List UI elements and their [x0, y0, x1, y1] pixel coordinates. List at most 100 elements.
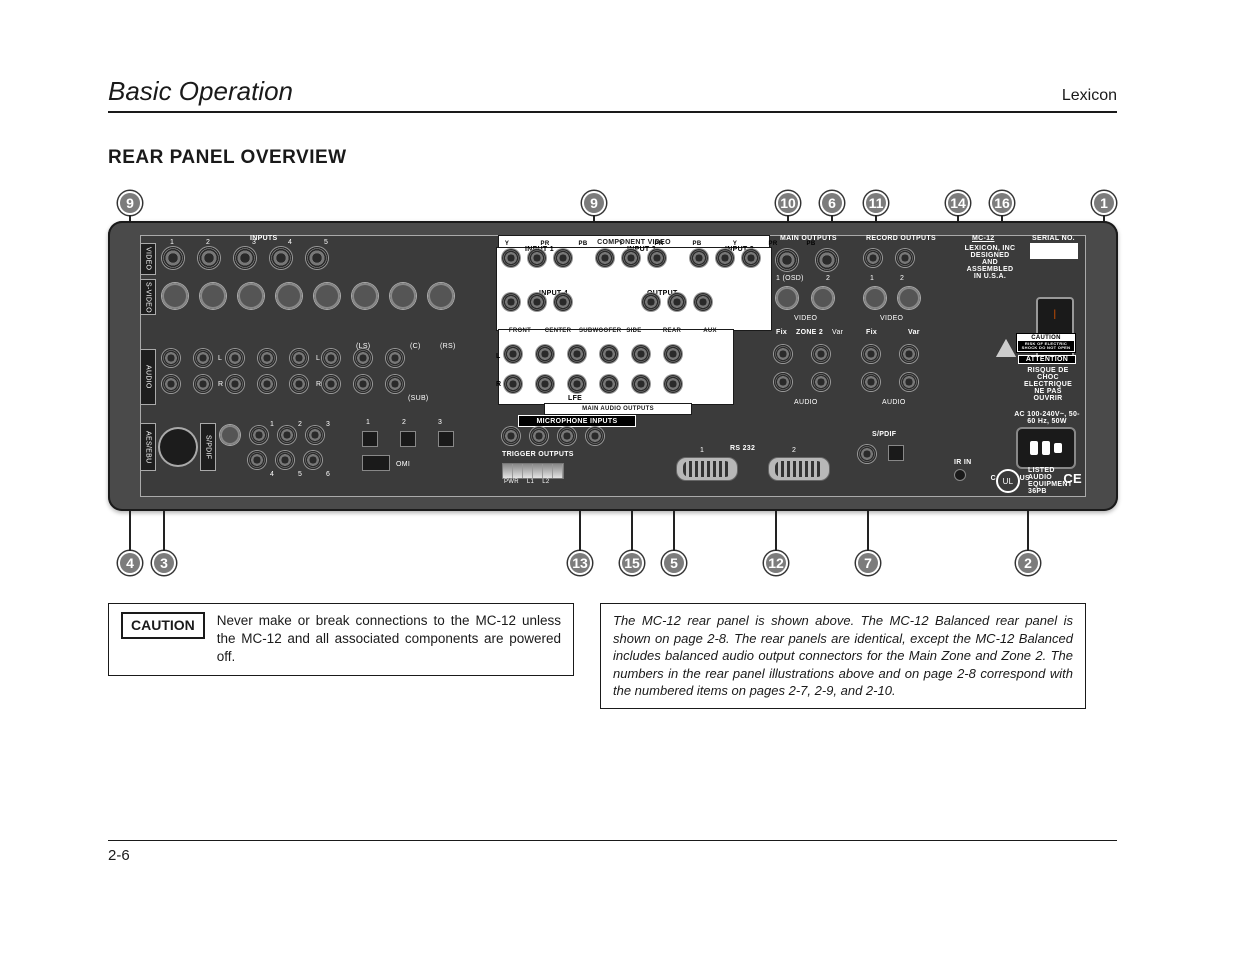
caution-label: CAUTION RISK OF ELECTRIC SHOCK DO NOT OP… — [1016, 333, 1076, 353]
rca-jack — [536, 345, 554, 363]
svideo-jack — [428, 283, 454, 309]
lbl-irin: IR IN — [954, 459, 971, 466]
audio-col-label: AUX — [693, 328, 727, 334]
callout-circle: 4 — [118, 551, 142, 575]
rca-jack — [664, 375, 682, 393]
caution-text: Never make or break connections to the M… — [217, 612, 561, 667]
lbl-l: L — [316, 355, 320, 362]
callout-circle: 9 — [582, 191, 606, 215]
attention-label: ATTENTION — [1018, 355, 1076, 364]
comp-in4 — [502, 293, 572, 311]
rca-jack — [632, 345, 650, 363]
rca-jack — [502, 427, 520, 445]
rca-jack — [742, 249, 760, 267]
lbl-mfr: LEXICON, INC DESIGNED AND ASSEMBLED IN U… — [962, 245, 1018, 280]
ce-mark-icon: CE — [1063, 471, 1082, 486]
lbl-2: 2 — [826, 275, 830, 282]
rca-jack — [194, 349, 212, 367]
audio-in-L — [162, 349, 404, 367]
rca-jack — [258, 375, 276, 393]
svideo-row — [162, 283, 454, 309]
rca-jack — [896, 249, 914, 267]
rca-jack — [290, 349, 308, 367]
callout-circle: 14 — [946, 191, 970, 215]
rca-jack — [306, 247, 328, 269]
rs232-port-1 — [676, 457, 738, 481]
rca-jack — [716, 249, 734, 267]
rca-jack — [322, 349, 340, 367]
rca-jack — [812, 373, 830, 391]
rca-jack — [900, 345, 918, 363]
leader-line — [673, 511, 675, 551]
rca-jack — [862, 373, 880, 391]
rca-jack — [226, 375, 244, 393]
lbl-omi: OMI — [396, 461, 410, 468]
rec-out-svideo — [864, 287, 920, 309]
section-title: REAR PANEL OVERVIEW — [108, 147, 1117, 169]
audio-col-label: REAR — [655, 328, 689, 334]
rec-out-video — [864, 249, 914, 267]
leader-line — [579, 511, 581, 551]
rca-jack — [776, 249, 798, 271]
optical-jack — [400, 431, 416, 447]
attention-sub: RISQUE DE CHOC ELECTRIQUE NE PAS OUVRIR — [1022, 367, 1074, 402]
rca-jack — [774, 373, 792, 391]
rca-jack — [642, 293, 660, 311]
callout-circle: 9 — [118, 191, 142, 215]
leader-line — [129, 511, 131, 551]
leader-line — [775, 511, 777, 551]
rca-jack — [536, 375, 554, 393]
spdif-out-optical — [888, 445, 904, 461]
rca-jack — [386, 349, 404, 367]
omi-port — [362, 455, 390, 471]
lbl-fix: Fix — [776, 329, 787, 336]
leader-line — [867, 511, 869, 551]
lbl-osd1: 1 (OSD) — [776, 275, 804, 282]
tab-audio: AUDIO — [140, 349, 156, 405]
rca-jack — [600, 375, 618, 393]
rca-jack — [648, 249, 666, 267]
rca-jack — [862, 345, 880, 363]
trigger-switches — [502, 463, 564, 479]
num: 5 — [298, 471, 302, 478]
num: 1 — [366, 419, 370, 426]
rca-jack — [504, 375, 522, 393]
lbl-zone2: ZONE 2 — [796, 329, 823, 336]
main-audio-L — [504, 345, 682, 363]
comp-out — [642, 293, 712, 311]
svideo-jack — [864, 287, 886, 309]
num: 2 — [206, 239, 210, 246]
num: 4 — [270, 471, 274, 478]
spdif-out-coax — [858, 445, 876, 465]
lbl-trigger: TRIGGER OUTPUTS — [502, 451, 574, 458]
description-note: The MC-12 rear panel is shown above. The… — [600, 603, 1086, 709]
tab-svideo: S-VIDEO — [140, 279, 156, 315]
lbl-audio: AUDIO — [882, 399, 906, 406]
svideo-jack — [200, 283, 226, 309]
tab-spdif: S/PDIF — [200, 423, 216, 471]
rca-jack — [198, 247, 220, 269]
component-ch-label: Y — [726, 241, 744, 247]
rca-jack — [502, 293, 520, 311]
audio-col-label: CENTER — [541, 328, 575, 334]
audio-col-label: SUBWOOFER — [579, 328, 613, 334]
rca-jack — [258, 349, 276, 367]
callout-circle: 1 — [1092, 191, 1116, 215]
optical-row — [362, 431, 454, 447]
svideo-jack — [352, 283, 378, 309]
callout-circle: 7 — [856, 551, 880, 575]
rca-jack — [622, 249, 640, 267]
rca-jack — [354, 375, 372, 393]
rca-jack — [322, 375, 340, 393]
num: 3 — [438, 419, 442, 426]
document-page: Basic Operation Lexicon REAR PANEL OVERV… — [0, 0, 1235, 954]
tab-video: VIDEO — [140, 243, 156, 275]
rear-panel-diagram: 991061114161 VIDEO S-VIDEO AUDIO AES/EBU… — [108, 191, 1118, 511]
component-ch-label: Y — [612, 241, 630, 247]
rca-jack — [226, 349, 244, 367]
spdif-row1 — [220, 425, 324, 445]
lbl-var: Var — [908, 329, 920, 336]
callout-circle: 13 — [568, 551, 592, 575]
rca-jack — [586, 427, 604, 445]
rs232-port-2 — [768, 457, 830, 481]
